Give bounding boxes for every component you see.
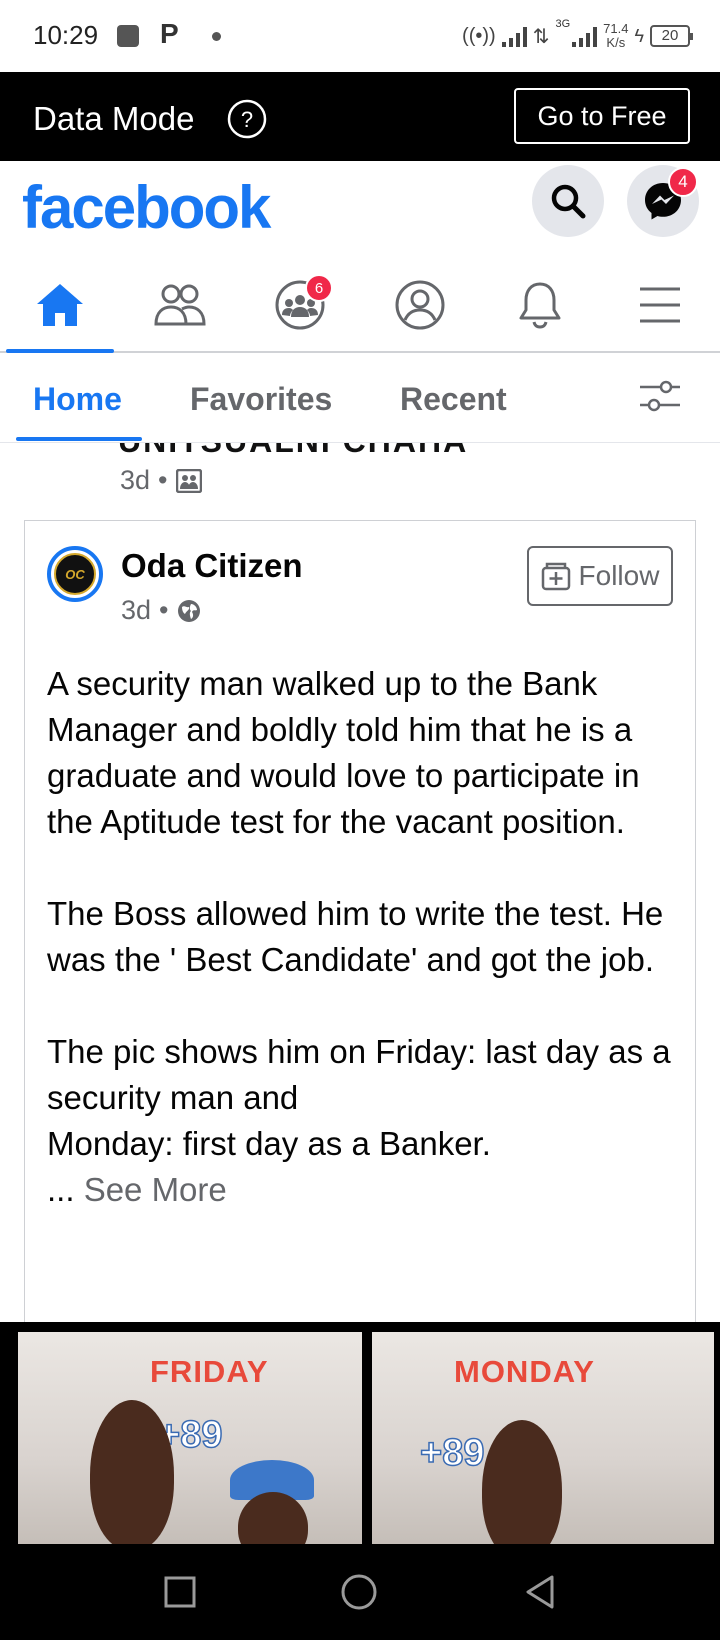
tab-home[interactable]: Home	[33, 381, 122, 418]
back-button[interactable]	[520, 1572, 560, 1612]
home-system-button[interactable]	[339, 1572, 379, 1612]
search-button[interactable]	[532, 165, 604, 237]
nav-groups[interactable]	[240, 257, 360, 353]
post-card: OC Oda Citizen 3d • Follow A security ma…	[24, 520, 696, 1322]
menu-icon	[640, 287, 680, 323]
tab-favorites[interactable]: Favorites	[190, 381, 332, 418]
avatar-logo: OC	[54, 553, 96, 595]
post-paragraph-2: The Boss allowed him to write the test. …	[47, 895, 664, 978]
notifications-icon	[519, 282, 561, 329]
post-paragraph-3-line-1: The pic shows him on Friday: last day as…	[47, 1033, 671, 1116]
search-icon	[551, 184, 586, 219]
globe-icon	[177, 599, 200, 622]
monday-label: MONDAY	[454, 1354, 595, 1389]
post-text: A security man walked up to the Bank Man…	[47, 661, 677, 1213]
meta-separator: •	[158, 465, 168, 495]
status-indicators: ((•)) ⇅ 3G 71.4 K/s ϟ 20	[462, 18, 693, 54]
data-mode-title: Data Mode	[33, 100, 195, 137]
post-paragraph-3-line-2: Monday: first day as a Banker.	[47, 1125, 491, 1162]
system-navigation-bar	[0, 1544, 720, 1640]
status-time: 10:29	[33, 20, 99, 50]
app-notification-icon	[117, 25, 139, 47]
man-face-right	[482, 1420, 562, 1544]
follow-plus-icon	[541, 562, 570, 591]
meta-separator: •	[159, 595, 169, 625]
man-face-left	[90, 1400, 174, 1544]
nav-menu[interactable]	[600, 257, 720, 353]
question-circle-icon[interactable]: ?	[226, 98, 268, 145]
friday-label: FRIDAY	[150, 1354, 269, 1389]
nav-home[interactable]	[0, 257, 120, 353]
back-triangle-icon	[526, 1575, 554, 1609]
friends-icon	[154, 284, 206, 326]
group-audience-icon	[175, 468, 202, 493]
previous-post-time[interactable]: 3d	[120, 465, 150, 496]
data-transfer-icon: ⇅	[532, 25, 550, 48]
nav-active-indicator	[6, 349, 114, 353]
image-panel-friday: FRIDAY +89	[18, 1332, 362, 1544]
svg-text:?: ?	[241, 107, 253, 132]
page-avatar[interactable]: OC	[47, 546, 103, 602]
previous-post-remnant: UNITSUALNI CHAHA 3d •	[0, 443, 720, 519]
signal-2-icon	[572, 25, 598, 47]
tab-active-indicator	[16, 437, 142, 441]
main-nav	[0, 257, 720, 353]
wall-number-right: +89	[419, 1431, 485, 1475]
see-more-row: ... See More	[47, 1167, 677, 1213]
facebook-logo[interactable]: facebook	[22, 173, 271, 242]
battery-icon: 20	[650, 25, 693, 47]
signal-1-icon	[501, 25, 527, 47]
page-name[interactable]: Oda Citizen	[121, 547, 303, 585]
previous-post-meta: 3d •	[120, 465, 202, 496]
post-meta: 3d •	[121, 595, 201, 626]
recents-button[interactable]	[160, 1572, 200, 1612]
app-header: facebook	[0, 161, 720, 257]
tab-recent[interactable]: Recent	[400, 381, 507, 418]
messenger-badge: 4	[668, 167, 698, 197]
more-notifications-dot-icon	[212, 32, 221, 41]
data-mode-bar: Data Mode ? Go to Free	[0, 72, 720, 161]
square-icon	[164, 1576, 196, 1608]
follow-button[interactable]: Follow	[527, 546, 673, 606]
ellipsis: ...	[47, 1171, 75, 1208]
network-speed: 71.4 K/s	[603, 21, 629, 50]
parking-notification-icon: P	[160, 18, 179, 49]
filter-settings-icon[interactable]	[638, 377, 682, 422]
hotspot-icon: ((•))	[462, 24, 496, 47]
network-type: 3G	[555, 18, 571, 30]
post-time[interactable]: 3d	[121, 595, 151, 626]
status-bar: 10:29 P ((•)) ⇅ 3G 71.4 K/s ϟ 20	[0, 0, 720, 72]
nav-friends[interactable]	[120, 257, 240, 353]
feed-tabs: Home Favorites Recent	[0, 355, 720, 443]
follow-label: Follow	[578, 560, 660, 591]
previous-post-title-cut: UNITSUALNI CHAHA	[118, 443, 468, 460]
nav-notifications[interactable]	[480, 257, 600, 353]
charging-icon: ϟ	[634, 25, 644, 46]
profile-icon	[395, 280, 445, 330]
groups-badge: 6	[305, 274, 333, 302]
home-icon	[37, 284, 83, 326]
go-to-free-button[interactable]: Go to Free	[514, 88, 690, 144]
see-more-link[interactable]: See More	[84, 1171, 227, 1208]
circle-icon	[341, 1574, 377, 1610]
post-image[interactable]: FRIDAY +89 MONDAY +89	[0, 1322, 720, 1544]
post-paragraph-1: A security man walked up to the Bank Man…	[47, 665, 640, 840]
nav-profile[interactable]	[360, 257, 480, 353]
image-panel-monday: MONDAY +89	[372, 1332, 714, 1544]
